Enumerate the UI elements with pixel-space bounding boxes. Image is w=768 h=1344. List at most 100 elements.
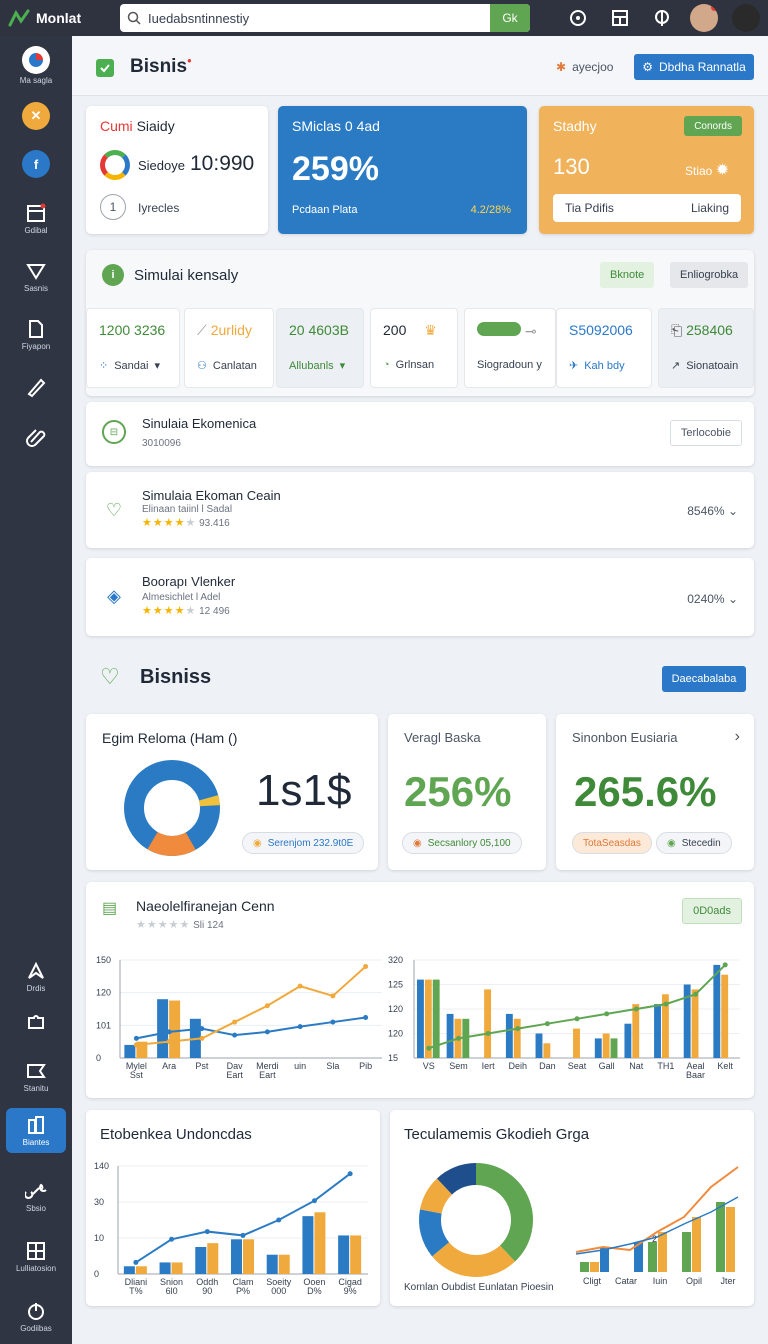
sidebar-item-clip[interactable] <box>6 426 66 448</box>
search-button[interactable]: Gk <box>490 4 530 32</box>
stat-chip[interactable]: ◉ Stecedin <box>656 832 732 854</box>
toggle-icon: ⊸ <box>477 322 537 340</box>
line-point <box>133 1259 139 1265</box>
sidebar-item-puzzle[interactable] <box>6 1010 66 1032</box>
tile-label: ◔ Grlnsan <box>383 359 435 371</box>
x-tick-label: Baar <box>686 1070 705 1080</box>
x-tick-label: Pst <box>195 1061 209 1071</box>
sidebar-label: Sasnis <box>23 284 48 293</box>
bar <box>726 1207 735 1272</box>
bar <box>580 1262 589 1272</box>
check-icon[interactable] <box>96 59 114 77</box>
header-link[interactable]: ✱ ayecjoo <box>556 60 613 74</box>
kpi-value: 10:990 <box>190 152 255 175</box>
main-content: Bisnis● ✱ ayecjoo ⚙ Dbdha Rannatla Cumi … <box>72 36 768 1344</box>
sidebar-item-power[interactable]: Godiibas <box>6 1300 66 1333</box>
sidebar-item-folder[interactable]: Stanitu <box>6 1060 66 1093</box>
line-point <box>169 1236 175 1242</box>
list-item[interactable]: ♡ Simulaia Ekoman Ceain Elinaan taiinl l… <box>86 472 754 548</box>
sidebar-label: Fiyapon <box>21 342 51 351</box>
stat-chip[interactable]: ◉ Secsanlory 05,100 <box>402 832 522 854</box>
sim-tile-4[interactable]: 200 ♛ ◔ Grlnsan <box>370 308 458 388</box>
list-item[interactable]: ⊟ Sinulaia Ekomenica 3010096 Terlocobie <box>86 402 754 466</box>
tile-value: 200 ♛ <box>383 322 437 338</box>
list-action-button[interactable]: Terlocobie <box>669 420 742 446</box>
info-icon[interactable]: 1 <box>100 194 126 220</box>
stat-card-1: Egim Reloma (Ham () 1s1$ ◉ Serenjom 232.9… <box>86 714 378 870</box>
sidebar-item-pen[interactable] <box>6 376 66 398</box>
x-tick-label: Gall <box>599 1061 615 1071</box>
tile-label: Allubanls ▾ <box>289 359 346 373</box>
compass-icon[interactable] <box>564 4 592 32</box>
sidebar-item-tools[interactable]: ✕ <box>6 102 66 130</box>
line-point <box>722 962 728 968</box>
sidebar-item-home[interactable]: Ma sagla <box>6 46 66 85</box>
enliogrobka-button[interactable]: Enliogrobka <box>670 262 749 288</box>
sidebar-item-calendar[interactable]: Gdibal <box>6 202 66 235</box>
heart-icon: ♡ <box>100 664 120 689</box>
combo-chart-card: ▤ Naeolelfiranejan Cenn ★★★★★ Sli 124 0D… <box>86 882 754 1098</box>
section-header: i Simulai kensaly <box>102 264 238 286</box>
kpi-right-label: 4.2/28% <box>470 204 511 216</box>
line-point <box>133 1042 139 1048</box>
bar <box>207 1243 219 1274</box>
sim-tile-1[interactable]: 1200 3236 ⁘ Sandai ▾ <box>86 308 180 388</box>
x-tick-label: Sla <box>326 1061 339 1071</box>
chart-badge[interactable]: 0D0ads <box>682 898 742 924</box>
brand[interactable]: Monlat <box>0 9 112 27</box>
bar <box>692 1217 701 1272</box>
sidebar-item-vip[interactable]: Sasnis <box>6 260 66 293</box>
bar <box>159 1262 171 1274</box>
kpi-info-label: Iyrecles <box>138 201 180 215</box>
line-point <box>330 993 336 999</box>
sim-tile-5[interactable]: ⊸ Siogradoun y <box>464 308 556 388</box>
kpi-value: 130 <box>553 154 590 179</box>
user-avatar[interactable] <box>690 4 718 32</box>
grid-icon <box>27 1242 45 1260</box>
bar <box>171 1262 183 1274</box>
bulb-icon[interactable] <box>648 4 676 32</box>
sidebar-item-grid[interactable]: Lulliatosion <box>6 1240 66 1273</box>
sidebar-item-biantes[interactable]: Biantes <box>6 1108 66 1153</box>
chevron-right-icon[interactable]: › <box>735 728 740 746</box>
y-tick-label: 320 <box>388 955 403 965</box>
list-item[interactable]: ◈ Boorapı Vlenker Almesichlet l Adel ★★★… <box>86 558 754 636</box>
kpi-badge[interactable]: Conords <box>684 116 742 136</box>
bar <box>314 1212 326 1274</box>
sidebar-item-arrow[interactable]: Drdis <box>6 960 66 993</box>
layout-icon[interactable] <box>606 4 634 32</box>
sidebar-item-facebook[interactable]: f <box>6 150 66 178</box>
bar <box>123 1266 135 1274</box>
app-name: Monlat <box>36 10 82 26</box>
search-input[interactable] <box>148 10 490 26</box>
tile-label: ✈ Kah bdy <box>569 359 625 373</box>
line-point <box>363 1014 369 1020</box>
bknote-button[interactable]: Bknote <box>600 262 655 288</box>
stat-value: 256% <box>404 768 512 815</box>
bar <box>350 1235 362 1274</box>
sim-tile-7[interactable]: ⎗ 258406 ↗ Sionatoain <box>658 308 754 388</box>
sim-tile-6[interactable]: S5092006 ✈ Kah bdy <box>556 308 652 388</box>
donut-icon <box>100 150 130 180</box>
x-tick-label: uin <box>294 1061 306 1071</box>
x-tick-label: Jter <box>720 1276 735 1286</box>
line-point <box>133 1035 139 1041</box>
line-point <box>455 1035 461 1041</box>
list-sub: 3010096 <box>142 438 181 449</box>
coin-icon: ⊟ <box>102 420 126 444</box>
tools-icon: ✕ <box>22 102 50 130</box>
sidebar-item-document[interactable]: Fiyapon <box>6 318 66 351</box>
sidebar-item-link[interactable]: Sbsio <box>6 1180 66 1213</box>
sim-tile-2[interactable]: ⟋ 2urlidy ⚇ Canlatan <box>184 308 274 388</box>
sim-tile-3[interactable]: 20 4603B Allubanls ▾ <box>276 308 364 388</box>
bar-line-chart-2: 320 125 120 120 15 VS Sem Iert Deih Dan Seat Gall Na… <box>388 955 740 1080</box>
kpi-bar[interactable]: Tia Pdifis Liaking <box>553 194 741 222</box>
stat-chip[interactable]: TotaSeasdas <box>572 832 652 854</box>
bar <box>543 1043 551 1058</box>
bisniss-button[interactable]: Daecabalaba <box>662 666 746 692</box>
stat-chip[interactable]: ◉ Serenjom 232.9t0E <box>242 832 365 854</box>
gear-icon: ⚙ <box>642 60 654 74</box>
profile-avatar[interactable] <box>732 4 760 32</box>
header-action-button[interactable]: ⚙ Dbdha Rannatla <box>634 54 754 80</box>
y-tick-label: 125 <box>388 980 403 990</box>
